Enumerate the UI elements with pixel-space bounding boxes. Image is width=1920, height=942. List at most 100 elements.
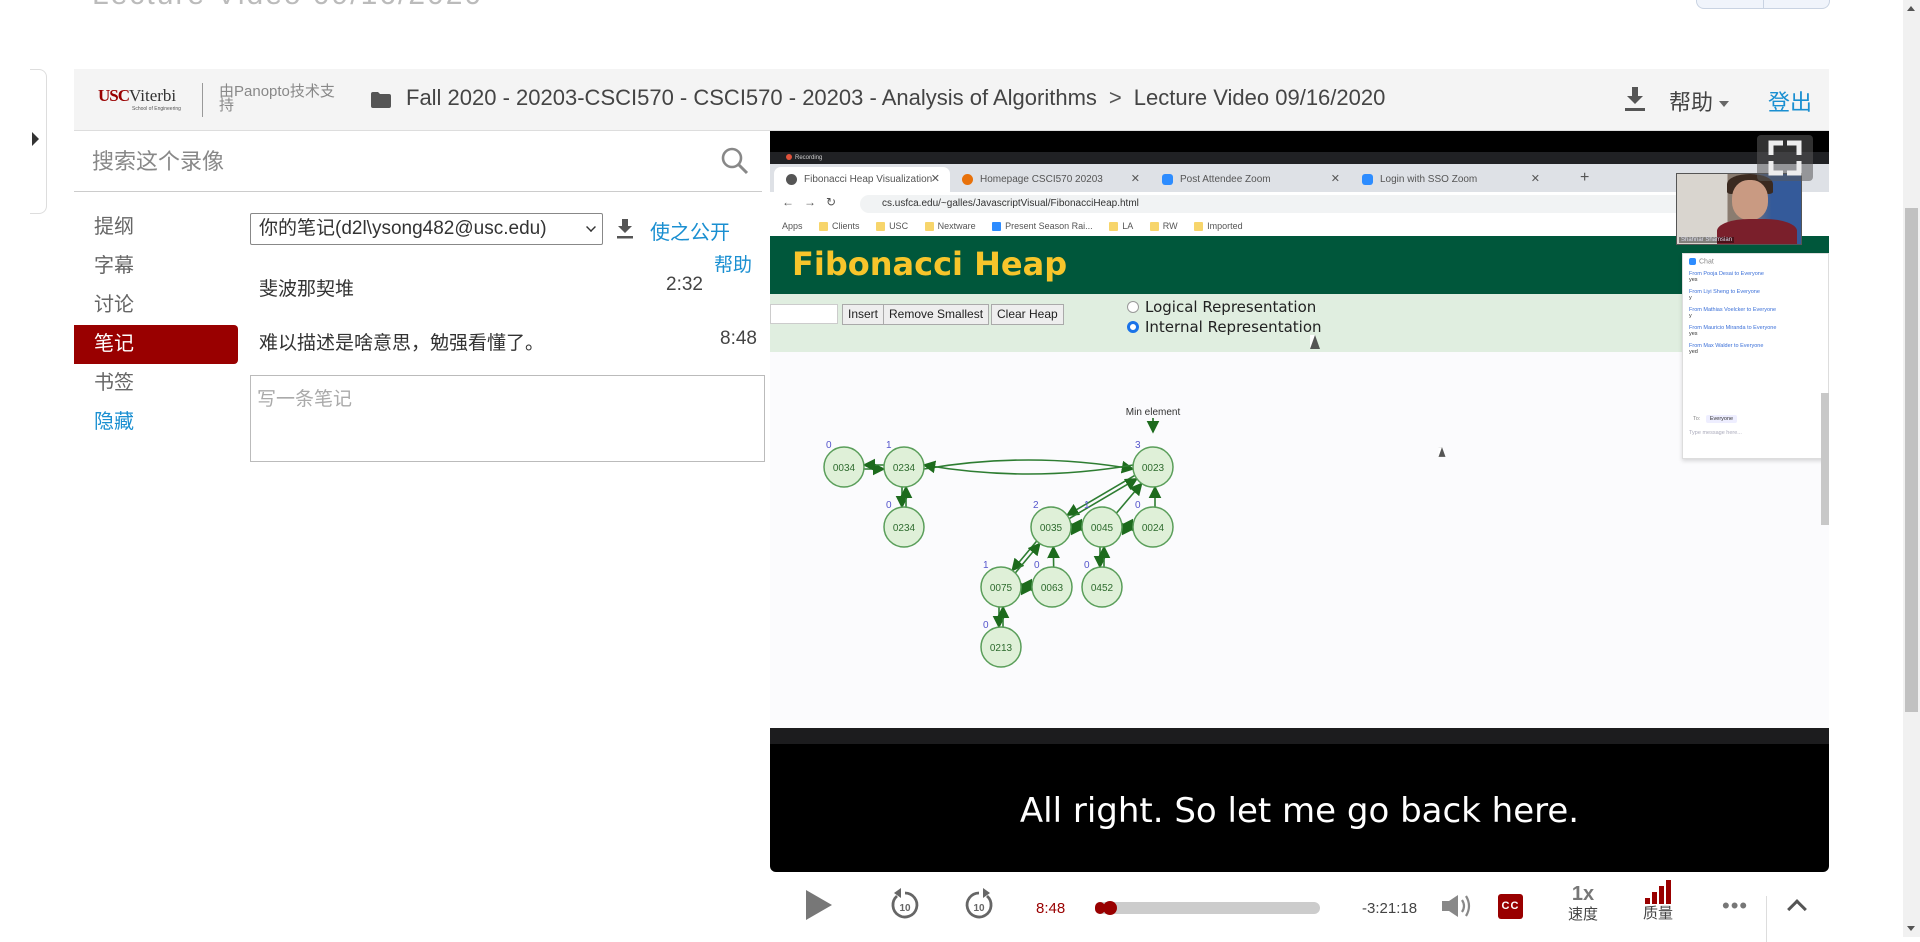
quality-button[interactable]: 质量 — [1640, 880, 1676, 924]
header-bar: USCViterbi School of Engineering 由Panopt… — [74, 69, 1829, 131]
header-divider — [202, 83, 203, 117]
download-button[interactable] — [1624, 85, 1646, 113]
video-insert-button: Insert — [842, 304, 884, 325]
heap-node-key: 0045 — [1091, 523, 1114, 534]
logo-usc: USC — [98, 86, 129, 105]
sidebar-item-captions[interactable]: 字幕 — [74, 247, 238, 286]
volume-button[interactable] — [1440, 892, 1474, 920]
usc-viterbi-logo[interactable]: USCViterbi School of Engineering — [98, 86, 180, 114]
heap-node-key: 0024 — [1142, 523, 1165, 534]
zoom-chat-panel: Chat From Pooja Desai to Everyoneyes Fro… — [1682, 253, 1829, 459]
notes-owner-value: 你的笔记(d2l\ysong482@usc.edu) — [259, 218, 547, 239]
chat-header: Chat — [1689, 258, 1822, 265]
note-timestamp[interactable]: 2:32 — [666, 274, 703, 296]
sidebar-toggle-button[interactable] — [30, 69, 47, 214]
heap-edge — [924, 465, 1133, 474]
video-tab: Post Attendee Zoom✕ — [1150, 167, 1350, 192]
heap-node: 02341 — [884, 440, 924, 487]
scroll-down-icon[interactable] — [1907, 926, 1915, 931]
caret-right-icon — [32, 132, 39, 146]
logout-link[interactable]: 登出 — [1768, 85, 1812, 117]
video-taskbar — [770, 728, 1829, 744]
heap-node-degree: 0 — [1135, 500, 1141, 511]
sidebar-item-notes[interactable]: 笔记 — [74, 325, 238, 364]
heap-node: 0063 0 — [1032, 560, 1072, 607]
note-timestamp[interactable]: 8:48 — [720, 328, 757, 350]
rewind-10-button[interactable]: 10 — [888, 888, 922, 922]
bookmark: USC — [889, 221, 908, 231]
heap-node: 04520 — [1082, 560, 1122, 607]
search-input[interactable] — [92, 146, 692, 178]
heap-node-key: 0035 — [1040, 523, 1063, 534]
heap-node-degree: 0 — [1034, 560, 1040, 571]
sidebar-item-outline[interactable]: 提纲 — [74, 208, 238, 247]
new-note-input[interactable] — [250, 375, 765, 462]
fullscreen-button[interactable] — [1757, 135, 1813, 181]
bookmark: RW — [1163, 221, 1178, 231]
bookmark: Nextware — [938, 221, 976, 231]
chat-message: From Max Walder to Everyoneyed — [1689, 343, 1822, 355]
chevron-up-icon[interactable] — [1787, 899, 1807, 919]
download-notes-button[interactable] — [616, 218, 634, 240]
remaining-time: -3:21:18 — [1362, 900, 1417, 917]
help-menu-button[interactable]: 帮助 — [1669, 85, 1729, 117]
heap-node-key: 0213 — [990, 643, 1013, 654]
search-icon[interactable] — [720, 146, 750, 176]
page-title-partial: Lecture Video 09/16/2020 — [92, 0, 483, 12]
make-public-link[interactable]: 使之公开 — [650, 216, 730, 245]
top-button-group[interactable] — [1696, 0, 1830, 9]
notes-owner-select[interactable]: 你的笔记(d2l\ysong482@usc.edu) — [250, 213, 603, 245]
more-options-button[interactable]: ••• — [1722, 896, 1748, 916]
sidebar-item-discussion[interactable]: 讨论 — [74, 286, 238, 325]
bookmark: Clients — [832, 221, 860, 231]
close-icon: ✕ — [931, 167, 940, 192]
chat-message: From Liyi Sheng to Everyoney — [1689, 289, 1822, 301]
chat-recipient: To: Everyone — [1689, 416, 1737, 422]
chat-message: From Pooja Desai to Everyoneyes — [1689, 271, 1822, 283]
note-entry[interactable]: 斐波那契堆 2:32 — [259, 274, 757, 310]
captions-button[interactable]: CC — [1498, 894, 1523, 919]
help-menu-label: 帮助 — [1669, 90, 1713, 115]
heap-node-degree: 0 — [826, 440, 832, 451]
speed-button[interactable]: 1x 速度 — [1565, 884, 1601, 926]
powered-by-panopto[interactable]: 由Panopto技术支持 — [219, 85, 339, 113]
chevron-down-icon — [1719, 101, 1729, 107]
play-button[interactable] — [806, 890, 832, 920]
heap-node-key: 0034 — [833, 463, 856, 474]
chevron-down-icon — [586, 222, 596, 232]
current-time: 8:48 — [1036, 900, 1065, 917]
note-text: 难以描述是啥意思，勉强看懂了。 — [259, 333, 544, 354]
close-icon: ✕ — [1531, 167, 1540, 192]
page-scrollbar[interactable] — [1903, 0, 1920, 937]
sidebar-item-bookmarks[interactable]: 书签 — [74, 364, 238, 403]
sidebar-hide-link[interactable]: 隐藏 — [74, 403, 238, 442]
download-icon — [1624, 85, 1646, 113]
heap-node: 02340 — [884, 500, 924, 547]
chat-message: From Mauricio Miranda to Everyoneyes — [1689, 325, 1822, 337]
note-entry[interactable]: 难以描述是啥意思，勉强看懂了。 8:48 — [259, 328, 757, 364]
presenter-webcam: Shahriar Shamsian — [1676, 173, 1802, 245]
notes-help-link[interactable]: 帮助 — [714, 250, 752, 277]
chat-message: From Mathias Voelcker to Everyoney — [1689, 307, 1822, 319]
presenter-name: Shahriar Shamsian — [1679, 237, 1734, 243]
close-icon: ✕ — [1131, 167, 1140, 192]
heap-node-key: 0063 — [1041, 583, 1064, 594]
breadcrumb-folder-link[interactable]: Fall 2020 - 20203-CSCI570 - CSCI570 - 20… — [406, 85, 1097, 110]
video-tab-title: Login with SSO Zoom — [1380, 174, 1477, 185]
progress-handle[interactable] — [1103, 901, 1117, 915]
fibonacci-title: Fibonacci Heap — [792, 245, 1067, 283]
progress-bar[interactable] — [1095, 902, 1320, 914]
mouse-cursor-icon — [1439, 447, 1446, 457]
video-bookmarks-bar: Apps Clients USC Nextware Present Season… — [770, 216, 1829, 236]
speed-label: 速度 — [1565, 904, 1601, 926]
forward-10-button[interactable]: 10 — [962, 888, 996, 922]
scroll-up-icon[interactable] — [1907, 6, 1915, 11]
browser-nav-icons: ←→↻ — [782, 195, 846, 209]
heap-node-degree: 1 — [983, 560, 989, 571]
heap-node: 00233 — [1133, 440, 1173, 487]
folder-icon — [370, 91, 392, 109]
video-player[interactable]: Recording Fibonacci Heap Visualization✕ … — [770, 131, 1829, 872]
heap-node-degree: 1 — [1084, 500, 1090, 511]
scrollbar-thumb[interactable] — [1905, 208, 1918, 712]
fibonacci-heap-diagram: 0034002341023400023300352004510024000751… — [770, 352, 1829, 728]
